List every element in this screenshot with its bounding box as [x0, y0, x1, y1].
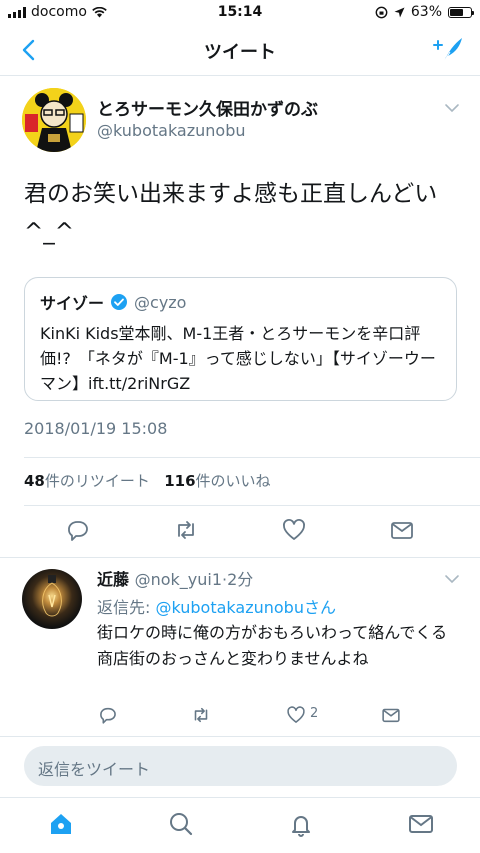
quote-author-handle: @cyzo — [134, 292, 187, 312]
retweet-stat[interactable]: 48件のリツイート — [24, 472, 150, 490]
like-stat[interactable]: 116件のいいね — [164, 472, 270, 490]
retweet-icon[interactable] — [172, 516, 200, 544]
reply-text: 街ロケの時に俺の方がおもろいわって絡んでくる商店街のおっさんと変わりませんよね — [97, 623, 448, 668]
reply-author-handle: @nok_yui1 — [134, 570, 223, 589]
quote-text: KinKi Kids堂本剛、M-1王者・とろサーモンを辛口評価!? 「ネタが『M… — [40, 324, 436, 393]
home-icon[interactable] — [47, 810, 75, 838]
retweet-icon[interactable] — [190, 704, 212, 726]
divider — [0, 736, 480, 737]
quote-author-name: サイゾー — [40, 294, 105, 313]
divider — [24, 457, 480, 458]
verified-icon — [111, 294, 128, 310]
reply-author[interactable]: 近藤 @nok_yui1·2分 — [97, 566, 253, 590]
quoted-tweet[interactable]: サイゾー @cyzo KinKi Kids堂本剛、M-1王者・とろサーモンを辛口… — [24, 277, 457, 401]
retweet-count: 48 — [24, 472, 45, 490]
reply-author-name: 近藤 — [97, 570, 130, 589]
search-icon[interactable] — [167, 810, 195, 838]
reply-to-line: 返信先: @kubotakazunobuさん — [97, 594, 336, 618]
reply-tweet: 近藤 @nok_yui1·2分 返信先: @kubotakazunobuさん 街… — [0, 0, 480, 724]
reply-to-label: 返信先: — [97, 598, 156, 617]
bulb-image — [42, 575, 62, 617]
caret-down-icon[interactable] — [444, 574, 460, 584]
like-icon[interactable] — [285, 704, 307, 726]
messages-icon[interactable] — [407, 810, 435, 838]
reply-icon[interactable] — [64, 516, 92, 544]
reply-actions: 2 — [0, 704, 480, 728]
tweet-actions — [0, 516, 480, 546]
divider — [24, 505, 480, 506]
divider — [0, 557, 480, 558]
like-icon[interactable] — [280, 516, 308, 544]
dm-icon[interactable] — [388, 516, 416, 544]
reply-time: ·2分 — [222, 570, 254, 589]
tab-bar — [0, 797, 480, 853]
reply-to-handle[interactable]: @kubotakazunobuさん — [155, 598, 336, 617]
tweet-timestamp: 2018/01/19 15:08 — [24, 419, 168, 438]
like-label: 件のいいね — [195, 472, 271, 490]
reply-icon[interactable] — [97, 704, 119, 726]
like-count: 116 — [164, 472, 196, 490]
dm-icon[interactable] — [380, 704, 402, 726]
quote-header: サイゾー @cyzo — [40, 290, 441, 314]
retweet-label: 件のリツイート — [44, 472, 150, 490]
reply-like-count: 2 — [310, 706, 319, 721]
tweet-text: 君のお笑い出来ますよ感も正直しんどい^_^ — [24, 181, 438, 245]
reply-input[interactable]: 返信をツイート — [24, 746, 457, 786]
engagement-stats: 48件のリツイート 116件のいいね — [24, 470, 271, 491]
notifications-icon[interactable] — [287, 810, 315, 838]
avatar[interactable] — [22, 569, 82, 629]
